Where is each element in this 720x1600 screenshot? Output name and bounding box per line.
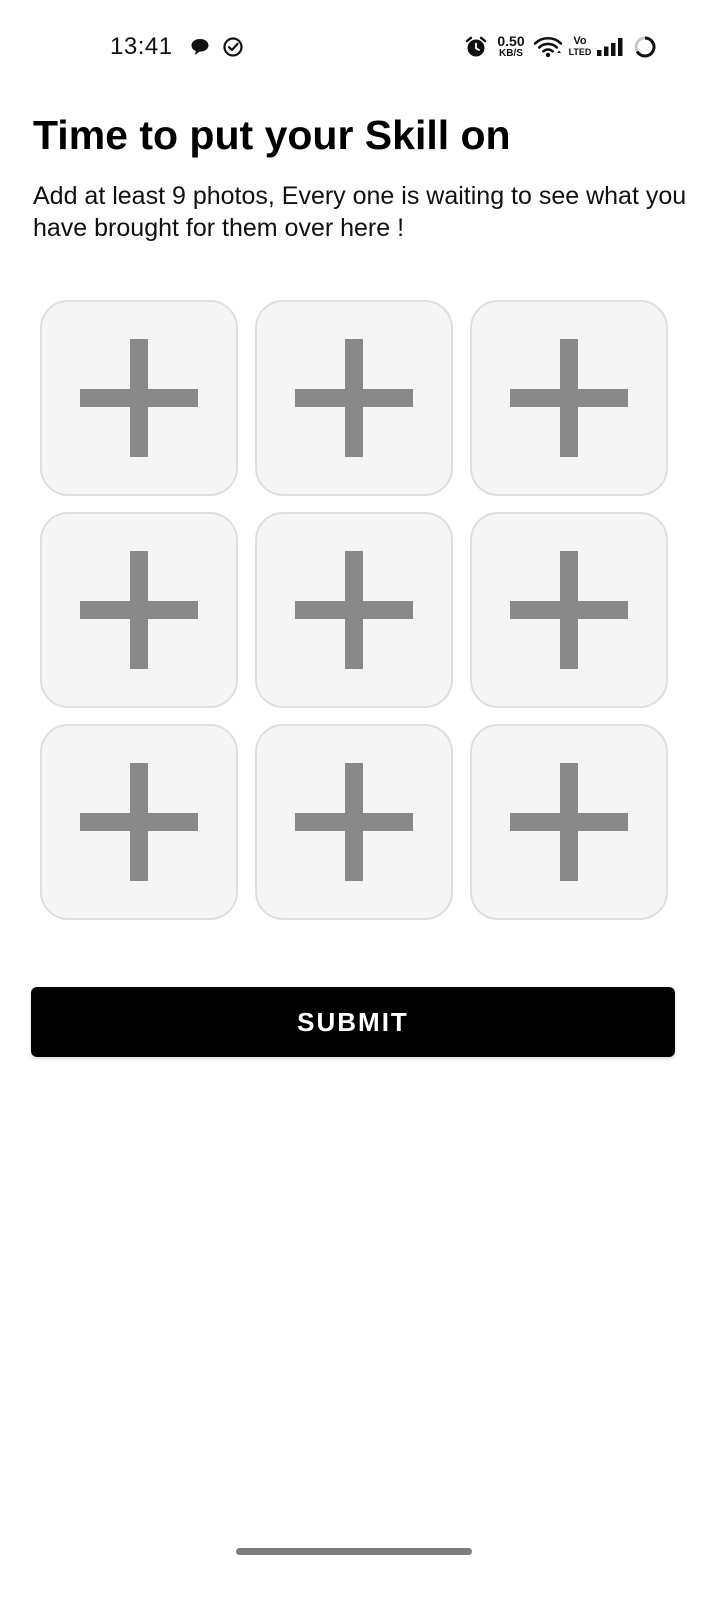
submit-button[interactable]: SUBMIT: [31, 987, 675, 1057]
plus-icon: [295, 763, 413, 881]
add-photo-slot-8[interactable]: [255, 724, 453, 920]
add-photo-slot-7[interactable]: [40, 724, 238, 920]
add-photo-slot-6[interactable]: [470, 512, 668, 708]
plus-icon: [510, 339, 628, 457]
network-speed-unit: KB/S: [499, 48, 523, 59]
page-title: Time to put your Skill on: [33, 112, 511, 158]
add-photo-slot-1[interactable]: [40, 300, 238, 496]
add-photo-slot-5[interactable]: [255, 512, 453, 708]
wifi-icon: [533, 35, 563, 64]
alarm-icon: [465, 36, 487, 63]
network-speed: 0.50 KB/S: [492, 34, 530, 59]
photo-grid: [40, 300, 668, 920]
volte-bottom: LTED: [568, 47, 592, 57]
volte-indicator: Vo LTED: [566, 36, 594, 57]
add-photo-slot-4[interactable]: [40, 512, 238, 708]
check-circle-icon: [222, 36, 244, 63]
network-speed-value: 0.50: [497, 33, 525, 49]
plus-icon: [510, 551, 628, 669]
plus-icon: [80, 339, 198, 457]
signal-icon: [596, 36, 626, 63]
plus-icon: [80, 763, 198, 881]
add-photo-slot-3[interactable]: [470, 300, 668, 496]
page-subtitle: Add at least 9 photos, Every one is wait…: [33, 182, 687, 242]
status-time: 13:41: [110, 33, 173, 60]
chat-bubble-icon: [190, 37, 210, 62]
add-photo-slot-2[interactable]: [255, 300, 453, 496]
plus-icon: [295, 551, 413, 669]
status-bar: 13:41 0.50 KB/S Vo LTED: [0, 0, 720, 96]
home-gesture-bar[interactable]: [236, 1548, 472, 1555]
battery-icon: [633, 35, 657, 64]
photo-upload-screen: 13:41 0.50 KB/S Vo LTED Time to put your…: [0, 0, 720, 1600]
plus-icon: [80, 551, 198, 669]
volte-top: Vo: [573, 35, 587, 47]
plus-icon: [510, 763, 628, 881]
plus-icon: [295, 339, 413, 457]
add-photo-slot-9[interactable]: [470, 724, 668, 920]
